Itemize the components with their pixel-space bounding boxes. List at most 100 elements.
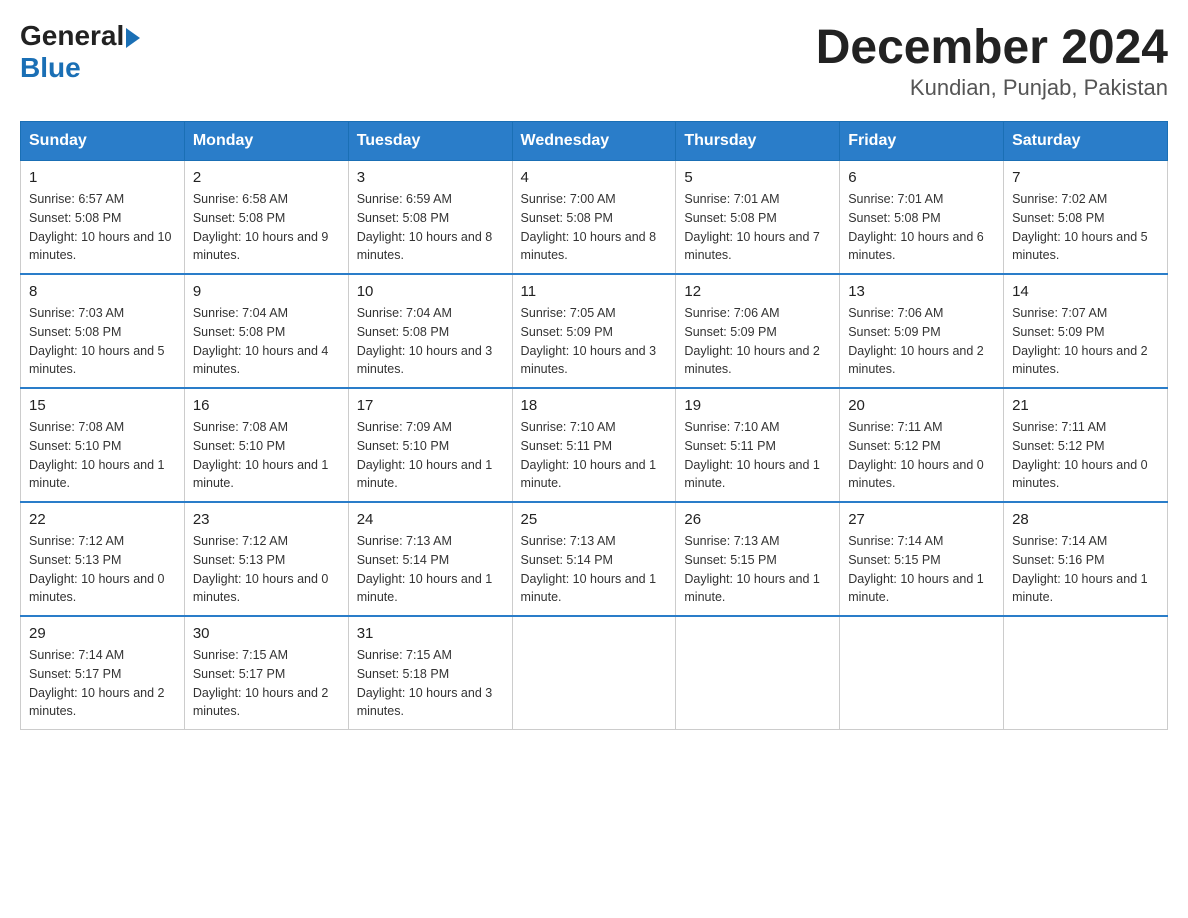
calendar-cell: 8 Sunrise: 7:03 AM Sunset: 5:08 PM Dayli… (21, 274, 185, 388)
calendar-cell: 11 Sunrise: 7:05 AM Sunset: 5:09 PM Dayl… (512, 274, 676, 388)
calendar-cell: 1 Sunrise: 6:57 AM Sunset: 5:08 PM Dayli… (21, 161, 185, 275)
calendar-cell: 21 Sunrise: 7:11 AM Sunset: 5:12 PM Dayl… (1004, 388, 1168, 502)
day-number: 2 (193, 169, 340, 186)
calendar-cell: 5 Sunrise: 7:01 AM Sunset: 5:08 PM Dayli… (676, 161, 840, 275)
day-info: Sunrise: 7:10 AM Sunset: 5:11 PM Dayligh… (684, 418, 831, 493)
calendar-cell: 27 Sunrise: 7:14 AM Sunset: 5:15 PM Dayl… (840, 502, 1004, 616)
day-info: Sunrise: 7:12 AM Sunset: 5:13 PM Dayligh… (29, 532, 176, 607)
logo-blue: Blue (20, 52, 140, 84)
day-number: 19 (684, 397, 831, 414)
calendar-cell (512, 616, 676, 730)
calendar-cell (840, 616, 1004, 730)
calendar-cell: 26 Sunrise: 7:13 AM Sunset: 5:15 PM Dayl… (676, 502, 840, 616)
calendar-table: SundayMondayTuesdayWednesdayThursdayFrid… (20, 121, 1168, 730)
day-info: Sunrise: 7:05 AM Sunset: 5:09 PM Dayligh… (521, 304, 668, 379)
day-info: Sunrise: 7:02 AM Sunset: 5:08 PM Dayligh… (1012, 190, 1159, 265)
day-info: Sunrise: 7:07 AM Sunset: 5:09 PM Dayligh… (1012, 304, 1159, 379)
calendar-cell: 25 Sunrise: 7:13 AM Sunset: 5:14 PM Dayl… (512, 502, 676, 616)
logo: General Blue (20, 20, 140, 84)
day-header-tuesday: Tuesday (348, 122, 512, 161)
logo-arrow-icon (126, 28, 140, 48)
day-number: 10 (357, 283, 504, 300)
calendar-cell: 17 Sunrise: 7:09 AM Sunset: 5:10 PM Dayl… (348, 388, 512, 502)
calendar-cell: 19 Sunrise: 7:10 AM Sunset: 5:11 PM Dayl… (676, 388, 840, 502)
day-info: Sunrise: 6:57 AM Sunset: 5:08 PM Dayligh… (29, 190, 176, 265)
calendar-cell: 12 Sunrise: 7:06 AM Sunset: 5:09 PM Dayl… (676, 274, 840, 388)
calendar-cell: 24 Sunrise: 7:13 AM Sunset: 5:14 PM Dayl… (348, 502, 512, 616)
day-number: 21 (1012, 397, 1159, 414)
day-number: 31 (357, 625, 504, 642)
day-info: Sunrise: 7:08 AM Sunset: 5:10 PM Dayligh… (193, 418, 340, 493)
calendar-cell: 2 Sunrise: 6:58 AM Sunset: 5:08 PM Dayli… (184, 161, 348, 275)
day-info: Sunrise: 7:15 AM Sunset: 5:18 PM Dayligh… (357, 646, 504, 721)
calendar-cell (676, 616, 840, 730)
day-info: Sunrise: 7:14 AM Sunset: 5:17 PM Dayligh… (29, 646, 176, 721)
day-info: Sunrise: 7:13 AM Sunset: 5:15 PM Dayligh… (684, 532, 831, 607)
day-number: 11 (521, 283, 668, 300)
day-number: 17 (357, 397, 504, 414)
day-info: Sunrise: 7:12 AM Sunset: 5:13 PM Dayligh… (193, 532, 340, 607)
day-header-wednesday: Wednesday (512, 122, 676, 161)
calendar-cell: 6 Sunrise: 7:01 AM Sunset: 5:08 PM Dayli… (840, 161, 1004, 275)
day-info: Sunrise: 7:06 AM Sunset: 5:09 PM Dayligh… (684, 304, 831, 379)
calendar-cell: 15 Sunrise: 7:08 AM Sunset: 5:10 PM Dayl… (21, 388, 185, 502)
day-number: 28 (1012, 511, 1159, 528)
day-info: Sunrise: 6:59 AM Sunset: 5:08 PM Dayligh… (357, 190, 504, 265)
page-header: General Blue December 2024 Kundian, Punj… (20, 20, 1168, 101)
title-section: December 2024 Kundian, Punjab, Pakistan (816, 20, 1168, 101)
calendar-week-row: 29 Sunrise: 7:14 AM Sunset: 5:17 PM Dayl… (21, 616, 1168, 730)
day-info: Sunrise: 7:14 AM Sunset: 5:16 PM Dayligh… (1012, 532, 1159, 607)
day-info: Sunrise: 7:10 AM Sunset: 5:11 PM Dayligh… (521, 418, 668, 493)
day-info: Sunrise: 7:13 AM Sunset: 5:14 PM Dayligh… (521, 532, 668, 607)
day-number: 14 (1012, 283, 1159, 300)
day-number: 12 (684, 283, 831, 300)
calendar-cell: 13 Sunrise: 7:06 AM Sunset: 5:09 PM Dayl… (840, 274, 1004, 388)
day-header-saturday: Saturday (1004, 122, 1168, 161)
calendar-week-row: 1 Sunrise: 6:57 AM Sunset: 5:08 PM Dayli… (21, 161, 1168, 275)
day-info: Sunrise: 7:01 AM Sunset: 5:08 PM Dayligh… (684, 190, 831, 265)
day-number: 9 (193, 283, 340, 300)
calendar-week-row: 22 Sunrise: 7:12 AM Sunset: 5:13 PM Dayl… (21, 502, 1168, 616)
calendar-cell: 14 Sunrise: 7:07 AM Sunset: 5:09 PM Dayl… (1004, 274, 1168, 388)
day-number: 23 (193, 511, 340, 528)
calendar-cell (1004, 616, 1168, 730)
day-info: Sunrise: 7:00 AM Sunset: 5:08 PM Dayligh… (521, 190, 668, 265)
calendar-cell: 28 Sunrise: 7:14 AM Sunset: 5:16 PM Dayl… (1004, 502, 1168, 616)
calendar-cell: 30 Sunrise: 7:15 AM Sunset: 5:17 PM Dayl… (184, 616, 348, 730)
day-info: Sunrise: 7:04 AM Sunset: 5:08 PM Dayligh… (357, 304, 504, 379)
day-number: 16 (193, 397, 340, 414)
day-info: Sunrise: 7:03 AM Sunset: 5:08 PM Dayligh… (29, 304, 176, 379)
day-info: Sunrise: 7:13 AM Sunset: 5:14 PM Dayligh… (357, 532, 504, 607)
calendar-week-row: 15 Sunrise: 7:08 AM Sunset: 5:10 PM Dayl… (21, 388, 1168, 502)
calendar-cell: 4 Sunrise: 7:00 AM Sunset: 5:08 PM Dayli… (512, 161, 676, 275)
day-number: 30 (193, 625, 340, 642)
calendar-cell: 22 Sunrise: 7:12 AM Sunset: 5:13 PM Dayl… (21, 502, 185, 616)
calendar-cell: 29 Sunrise: 7:14 AM Sunset: 5:17 PM Dayl… (21, 616, 185, 730)
day-number: 20 (848, 397, 995, 414)
day-number: 25 (521, 511, 668, 528)
day-number: 27 (848, 511, 995, 528)
calendar-cell: 23 Sunrise: 7:12 AM Sunset: 5:13 PM Dayl… (184, 502, 348, 616)
calendar-cell: 16 Sunrise: 7:08 AM Sunset: 5:10 PM Dayl… (184, 388, 348, 502)
calendar-cell: 31 Sunrise: 7:15 AM Sunset: 5:18 PM Dayl… (348, 616, 512, 730)
calendar-subtitle: Kundian, Punjab, Pakistan (816, 75, 1168, 101)
day-number: 22 (29, 511, 176, 528)
day-number: 5 (684, 169, 831, 186)
calendar-cell: 18 Sunrise: 7:10 AM Sunset: 5:11 PM Dayl… (512, 388, 676, 502)
calendar-cell: 20 Sunrise: 7:11 AM Sunset: 5:12 PM Dayl… (840, 388, 1004, 502)
day-number: 24 (357, 511, 504, 528)
day-header-thursday: Thursday (676, 122, 840, 161)
calendar-title: December 2024 (816, 20, 1168, 75)
day-number: 3 (357, 169, 504, 186)
day-info: Sunrise: 6:58 AM Sunset: 5:08 PM Dayligh… (193, 190, 340, 265)
day-info: Sunrise: 7:09 AM Sunset: 5:10 PM Dayligh… (357, 418, 504, 493)
day-info: Sunrise: 7:11 AM Sunset: 5:12 PM Dayligh… (848, 418, 995, 493)
day-number: 18 (521, 397, 668, 414)
day-number: 1 (29, 169, 176, 186)
day-info: Sunrise: 7:14 AM Sunset: 5:15 PM Dayligh… (848, 532, 995, 607)
day-number: 26 (684, 511, 831, 528)
day-number: 15 (29, 397, 176, 414)
logo-general: General (20, 20, 124, 52)
calendar-week-row: 8 Sunrise: 7:03 AM Sunset: 5:08 PM Dayli… (21, 274, 1168, 388)
day-number: 29 (29, 625, 176, 642)
